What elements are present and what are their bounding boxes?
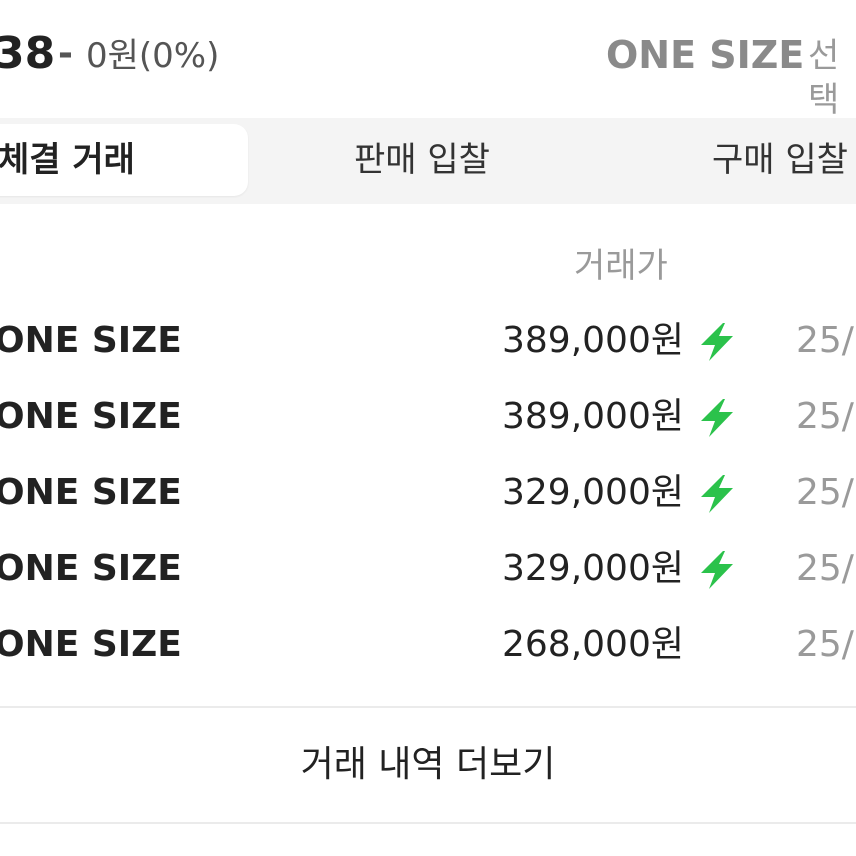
row-size: ONE SIZE <box>0 396 182 437</box>
row-date: 25/ <box>796 548 854 589</box>
price-column-header: 거래가 <box>574 246 668 286</box>
lightning-bolt-icon <box>701 551 733 589</box>
row-size: ONE SIZE <box>0 320 182 361</box>
row-price: 389,000원 <box>502 396 684 437</box>
tab-buy-bids[interactable]: 구매 입찰 <box>712 124 848 196</box>
size-option[interactable]: ONE SIZE <box>606 32 804 78</box>
model-code: 38 <box>0 28 56 79</box>
table-row: ONE SIZE 329,000원 25/ <box>0 464 856 524</box>
price-change: 0원(0%) <box>86 36 220 76</box>
table-row: ONE SIZE 268,000원 25/ <box>0 616 856 676</box>
table-row: ONE SIZE 329,000원 25/ <box>0 540 856 600</box>
row-date: 25/ <box>796 472 854 513</box>
size-select-label[interactable]: 선택 <box>808 34 856 122</box>
divider <box>0 822 856 824</box>
row-size: ONE SIZE <box>0 624 182 665</box>
tab-sell-bids[interactable]: 판매 입찰 <box>354 124 490 196</box>
row-date: 25/ <box>796 396 854 437</box>
row-date: 25/ <box>796 320 854 361</box>
lightning-bolt-icon <box>701 323 733 361</box>
lightning-bolt-icon <box>701 399 733 437</box>
row-size: ONE SIZE <box>0 472 182 513</box>
price-header: 38 - 0원(0%) ONE SIZE 선택 <box>0 22 856 120</box>
price-change-dash: - <box>58 33 73 74</box>
table-row: ONE SIZE 389,000원 25/ <box>0 312 856 372</box>
tab-completed-trades[interactable]: 체결 거래 <box>0 124 248 196</box>
row-date: 25/ <box>796 624 854 665</box>
row-price: 389,000원 <box>502 320 684 361</box>
trade-tabs: 체결 거래 판매 입찰 구매 입찰 <box>0 118 856 204</box>
row-price: 268,000원 <box>502 624 684 665</box>
row-price: 329,000원 <box>502 548 684 589</box>
row-size: ONE SIZE <box>0 548 182 589</box>
table-row: ONE SIZE 389,000원 25/ <box>0 388 856 448</box>
row-price: 329,000원 <box>502 472 684 513</box>
more-trades-button[interactable]: 거래 내역 더보기 <box>0 708 856 822</box>
lightning-bolt-icon <box>701 475 733 513</box>
